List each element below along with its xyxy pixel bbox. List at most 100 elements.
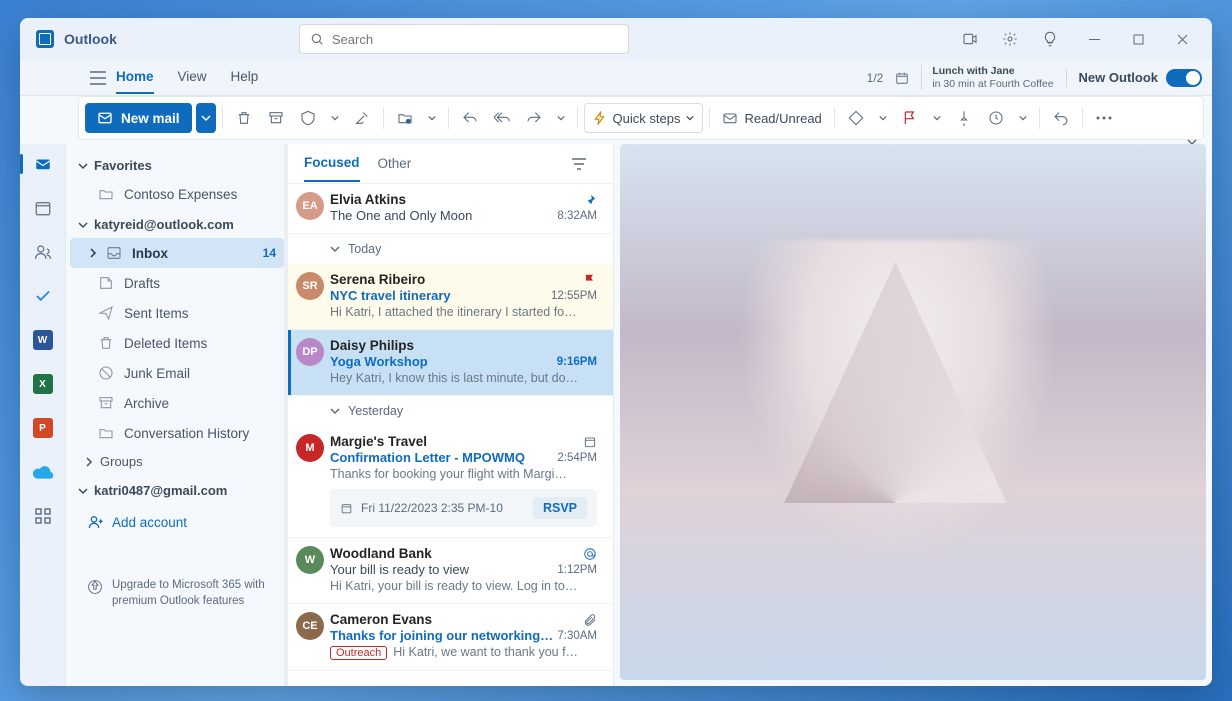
tag-dropdown[interactable] <box>873 103 893 133</box>
calendar-icon <box>583 435 597 449</box>
rail-todo[interactable] <box>29 282 57 310</box>
move-dropdown[interactable] <box>422 103 442 133</box>
new-mail-button[interactable]: New mail <box>85 103 192 133</box>
tab-view[interactable]: View <box>178 61 207 94</box>
rail-word[interactable]: W <box>29 326 57 354</box>
mail-item[interactable]: CE Cameron Evans Thanks for joining our … <box>288 604 613 671</box>
calendar-mini-icon <box>895 71 909 85</box>
forward-dropdown[interactable] <box>551 103 571 133</box>
meeting-title: Lunch with Jane <box>932 65 1053 78</box>
meet-now-icon[interactable] <box>952 23 988 55</box>
rail-mail[interactable] <box>29 150 57 178</box>
nav-drafts[interactable]: Drafts <box>70 268 284 298</box>
archive-button[interactable] <box>261 103 291 133</box>
nav-toggle-button[interactable] <box>80 62 116 94</box>
avatar: EA <box>296 192 324 220</box>
tips-icon[interactable] <box>1032 23 1068 55</box>
flag-icon <box>583 273 597 287</box>
more-button[interactable] <box>1089 103 1119 133</box>
nav-account2-header[interactable]: katri0487@gmail.com <box>70 477 284 504</box>
report-button[interactable] <box>293 103 323 133</box>
main-tabs: Home View Help 1/2 Lunch with Jane in 30… <box>20 60 1212 96</box>
close-button[interactable] <box>1160 23 1204 55</box>
group-yesterday[interactable]: Yesterday <box>288 396 613 426</box>
outlook-window: Outlook Home View Help 1/2 L <box>20 18 1212 686</box>
rail-calendar[interactable] <box>29 194 57 222</box>
rail-more-apps[interactable] <box>29 502 57 530</box>
tab-help[interactable]: Help <box>231 61 259 94</box>
expand-icon[interactable] <box>288 618 290 628</box>
search-box[interactable] <box>299 24 629 54</box>
avatar: DP <box>296 338 324 366</box>
undo-button[interactable] <box>1046 103 1076 133</box>
move-button[interactable] <box>390 103 420 133</box>
group-today[interactable]: Today <box>288 234 613 264</box>
meeting-subtitle: in 30 min at Fourth Coffee <box>932 78 1053 91</box>
expand-icon[interactable] <box>288 278 290 288</box>
nav-deleted[interactable]: Deleted Items <box>70 328 284 358</box>
delete-button[interactable] <box>229 103 259 133</box>
tag-button[interactable] <box>841 103 871 133</box>
mail-item-pinned[interactable]: EA Elvia Atkins The One and Only Moon8:3… <box>288 184 613 234</box>
upgrade-banner[interactable]: Upgrade to Microsoft 365 with premium Ou… <box>70 568 284 617</box>
list-header: Focused Other <box>288 144 613 184</box>
rail-people[interactable] <box>29 238 57 266</box>
new-outlook-toggle[interactable]: New Outlook <box>1066 69 1202 87</box>
tab-home[interactable]: Home <box>116 61 154 94</box>
nav-junk[interactable]: Junk Email <box>70 358 284 388</box>
nav-archive[interactable]: Archive <box>70 388 284 418</box>
expand-icon[interactable] <box>288 552 290 562</box>
titlebar: Outlook <box>20 18 1212 60</box>
nav-sent[interactable]: Sent Items <box>70 298 284 328</box>
nav-groups-header[interactable]: Groups <box>70 448 284 475</box>
mention-icon <box>583 547 597 561</box>
search-input[interactable] <box>332 32 618 47</box>
expand-icon[interactable] <box>288 198 290 208</box>
new-mail-dropdown[interactable] <box>196 103 216 133</box>
sweep-button[interactable] <box>347 103 377 133</box>
message-list: Focused Other EA Elvia Atkins The One an… <box>288 144 614 686</box>
rail-powerpoint[interactable]: P <box>29 414 57 442</box>
nav-favorites-header[interactable]: Favorites <box>70 152 284 179</box>
quick-steps-button[interactable]: Quick steps <box>584 103 704 133</box>
rsvp-box: Fri 11/22/2023 2:35 PM-10 RSVP <box>330 489 597 527</box>
nav-contoso-expenses[interactable]: Contoso Expenses <box>70 179 284 209</box>
pin-button[interactable] <box>949 103 979 133</box>
add-account-button[interactable]: Add account <box>70 506 284 538</box>
flag-dropdown[interactable] <box>927 103 947 133</box>
tab-focused[interactable]: Focused <box>304 145 360 182</box>
minimize-button[interactable] <box>1072 23 1116 55</box>
expand-icon[interactable] <box>288 344 290 354</box>
mail-item-selected[interactable]: DP Daisy Philips Yoga Workshop9:16PM Hey… <box>288 330 613 396</box>
rail-excel[interactable]: X <box>29 370 57 398</box>
nav-account1-header[interactable]: katyreid@outlook.com <box>70 211 284 238</box>
flag-button[interactable] <box>895 103 925 133</box>
inbox-count: 14 <box>263 246 276 260</box>
upcoming-meeting[interactable]: Lunch with Jane in 30 min at Fourth Coff… <box>921 65 1053 90</box>
avatar: CE <box>296 612 324 640</box>
forward-button[interactable] <box>519 103 549 133</box>
nav-conversation-history[interactable]: Conversation History <box>70 418 284 448</box>
pin-icon <box>583 193 597 207</box>
reply-button[interactable] <box>455 103 485 133</box>
rsvp-button[interactable]: RSVP <box>533 497 587 519</box>
expand-icon[interactable] <box>288 440 290 450</box>
outlook-logo-icon <box>36 30 54 48</box>
rail-onedrive[interactable] <box>29 458 57 486</box>
mail-item[interactable]: SR Serena Ribeiro NYC travel itinerary12… <box>288 264 613 330</box>
toggle-switch-icon <box>1166 69 1202 87</box>
reply-all-button[interactable] <box>487 103 517 133</box>
folder-pane: Favorites Contoso Expenses katyreid@outl… <box>66 144 288 686</box>
mail-item[interactable]: M Margie's Travel Confirmation Letter - … <box>288 426 613 538</box>
mail-item[interactable]: W Woodland Bank Your bill is ready to vi… <box>288 538 613 604</box>
filter-button[interactable] <box>561 148 597 180</box>
calendar-icon <box>340 502 353 515</box>
settings-icon[interactable] <box>992 23 1028 55</box>
read-unread-button[interactable]: Read/Unread <box>716 103 827 133</box>
snooze-dropdown[interactable] <box>1013 103 1033 133</box>
report-dropdown[interactable] <box>325 103 345 133</box>
nav-inbox[interactable]: Inbox 14 <box>70 238 284 268</box>
tab-other[interactable]: Other <box>378 146 412 181</box>
maximize-button[interactable] <box>1116 23 1160 55</box>
snooze-button[interactable] <box>981 103 1011 133</box>
